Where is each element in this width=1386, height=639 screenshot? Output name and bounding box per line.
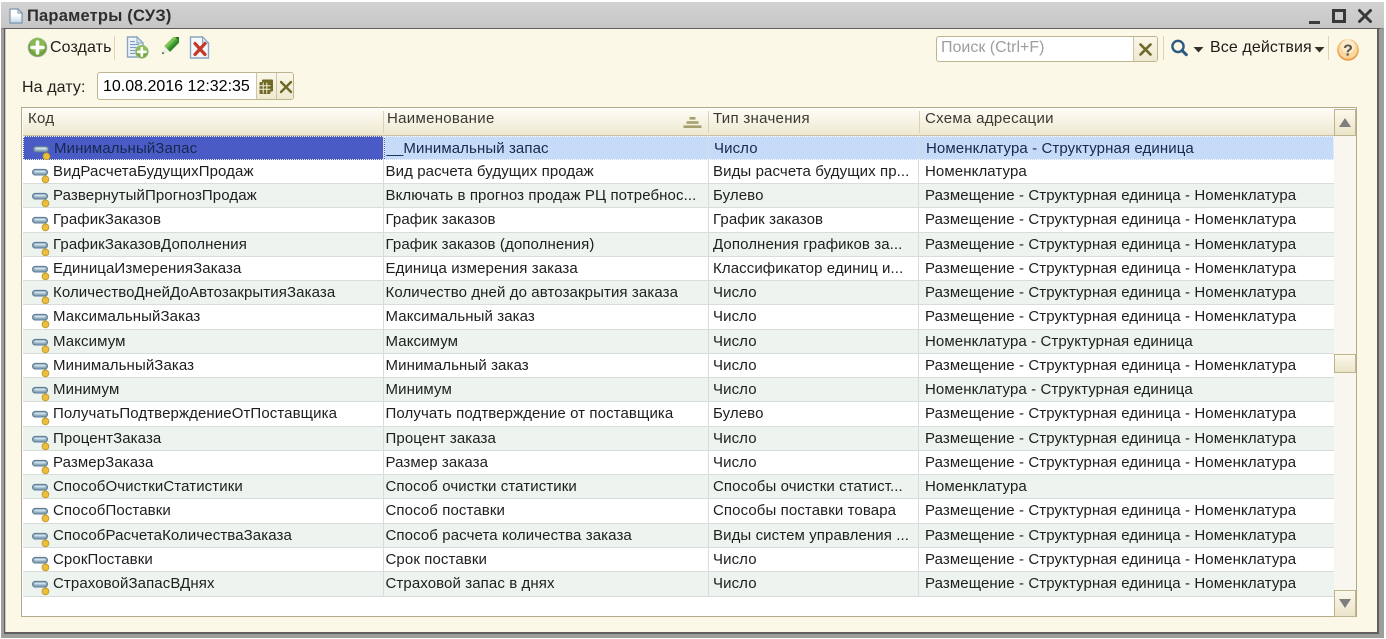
- svg-text:?: ?: [1343, 43, 1353, 60]
